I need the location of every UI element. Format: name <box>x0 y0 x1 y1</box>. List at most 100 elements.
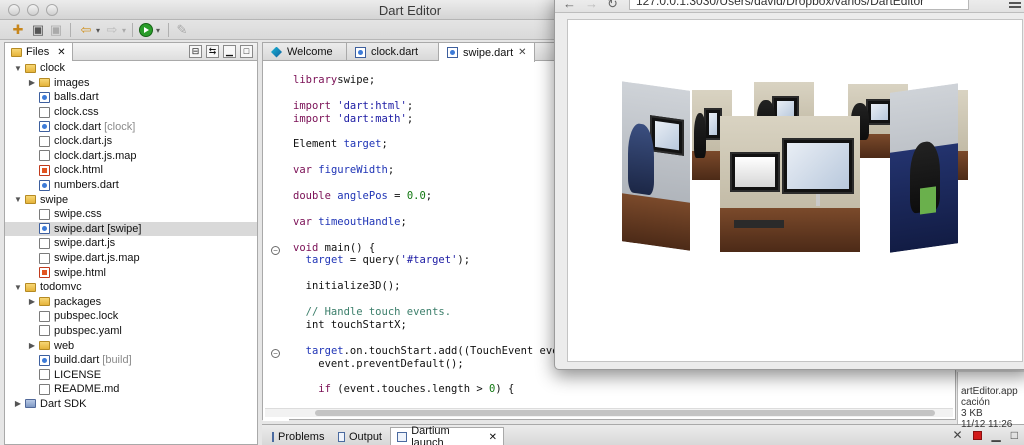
bottom-tab[interactable]: Dartium launch ✕ <box>390 425 504 445</box>
close-icon[interactable]: ✕ <box>518 47 526 58</box>
bottom-tab[interactable]: Output <box>332 427 388 445</box>
tree-file-item[interactable]: clock.dart.js <box>5 134 257 149</box>
stop-launch-icon[interactable] <box>972 430 982 440</box>
tree-file-item[interactable]: swipe.html <box>5 265 257 280</box>
minimize-panel-icon[interactable]: ▁ <box>223 45 236 58</box>
back-arrow-icon[interactable]: ⇦ <box>78 22 94 38</box>
editor-tab[interactable]: swipe.dart ✕ <box>439 43 535 62</box>
code-token: figureWidth <box>318 164 388 177</box>
save-all-icon[interactable]: ▣ <box>48 22 64 38</box>
code-token: timeoutHandle <box>318 215 401 228</box>
expanded-arrow-icon[interactable]: ▼ <box>13 64 23 73</box>
close-icon[interactable]: ✕ <box>57 47 65 58</box>
code-token: = <box>387 190 407 203</box>
folder-icon <box>25 282 36 292</box>
tree-file-item[interactable]: swipe.dart.js <box>5 236 257 251</box>
code-token: import <box>293 99 331 112</box>
tree-file-item[interactable]: numbers.dart <box>5 178 257 193</box>
url-field[interactable]: 127.0.0.1:3030/Users/david/Dropbox/vario… <box>629 0 969 10</box>
file-icon <box>39 252 50 264</box>
back-dropdown-icon[interactable]: ▾ <box>94 22 102 38</box>
bottom-tab[interactable]: Problems <box>266 427 330 445</box>
tree-item-label: swipe.dart.js <box>54 237 116 250</box>
deploy-icon[interactable]: ✎ <box>174 22 190 38</box>
tree-file-item[interactable]: LICENSE <box>5 367 257 382</box>
fold-toggle-icon[interactable]: − <box>271 246 280 255</box>
photo-detail <box>720 208 860 252</box>
tree-folder-item[interactable]: ▶ Dart SDK <box>5 397 257 412</box>
photo-detail <box>871 103 888 120</box>
tree-file-item[interactable]: clock.html <box>5 163 257 178</box>
maximize-panel-icon[interactable]: □ <box>1011 428 1018 442</box>
tree-file-item[interactable]: balls.dart <box>5 90 257 105</box>
expanded-arrow-icon[interactable]: ▼ <box>13 195 23 204</box>
tree-item-label: clock.html <box>54 164 103 177</box>
save-icon[interactable]: ▣ <box>30 22 46 38</box>
dart-icon <box>39 354 50 366</box>
run-dropdown-icon[interactable]: ▾ <box>154 22 162 38</box>
horizontal-scrollbar[interactable] <box>265 408 953 417</box>
files-tab[interactable]: Files ✕ <box>5 43 73 61</box>
browser-toolbar: ← → ↻ 127.0.0.1:3030/Users/david/Dropbox… <box>555 0 1024 13</box>
new-project-icon[interactable]: ✚ <box>10 22 26 38</box>
close-icon[interactable]: ✕ <box>489 432 497 443</box>
collapse-all-icon[interactable]: ⊟ <box>189 45 202 58</box>
editor-tab[interactable]: Welcome <box>263 43 347 61</box>
tree-folder-item[interactable]: ▶ packages <box>5 295 257 310</box>
photo-detail <box>920 186 936 215</box>
forward-arrow-icon[interactable]: → <box>585 0 598 11</box>
tree-file-item[interactable]: swipe.dart.js.map <box>5 251 257 266</box>
bottom-panel-tools: ✕ ▁ □ <box>952 428 1024 442</box>
tree-file-item[interactable]: swipe.css <box>5 207 257 222</box>
clear-console-icon[interactable]: ✕ <box>952 428 962 442</box>
tree-folder-item[interactable]: ▼ swipe <box>5 192 257 207</box>
maximize-panel-icon[interactable]: □ <box>240 45 253 58</box>
file-icon <box>39 369 50 381</box>
forward-arrow-icon[interactable]: ⇨ <box>104 22 120 38</box>
tree-item-label: images <box>54 76 90 89</box>
tree-folder-item[interactable]: ▶ images <box>5 76 257 91</box>
link-with-editor-icon[interactable]: ⇆ <box>206 45 219 58</box>
tree-file-item[interactable]: pubspec.yaml <box>5 324 257 339</box>
forward-dropdown-icon[interactable]: ▾ <box>120 22 128 38</box>
console-icon <box>397 432 408 442</box>
editor-gutter: − − <box>263 62 289 421</box>
tree-file-item[interactable]: clock.dart [clock] <box>5 119 257 134</box>
file-info-panel: artEditor.app cación 3 KB 11/12 11:26 <box>957 372 1024 430</box>
tree-item-label: swipe.css <box>54 208 102 221</box>
editor-tab[interactable]: clock.dart <box>347 43 439 61</box>
tree-folder-item[interactable]: ▼ todomvc <box>5 280 257 295</box>
reload-icon[interactable]: ↻ <box>607 0 618 12</box>
tree-file-item[interactable]: pubspec.lock <box>5 309 257 324</box>
editor-tab-label: clock.dart <box>371 46 419 58</box>
tree-file-item[interactable]: clock.dart.js.map <box>5 149 257 164</box>
folder-icon <box>25 63 36 73</box>
tree-folder-item[interactable]: ▼ clock <box>5 61 257 76</box>
collapsed-arrow-icon[interactable]: ▶ <box>27 297 37 306</box>
tree-file-item[interactable]: swipe.dart [swipe] <box>5 221 257 237</box>
tree-file-item[interactable]: clock.css <box>5 105 257 120</box>
tree-file-item[interactable]: build.dart [build] <box>5 353 257 368</box>
back-arrow-icon[interactable]: ← <box>563 0 576 11</box>
photo-detail <box>655 120 679 151</box>
menu-icon[interactable] <box>1009 0 1021 8</box>
tree-item-label: balls.dart <box>54 91 99 104</box>
code-token: 'dart:html' <box>337 99 407 112</box>
bottom-panel-tabbar: Problems Output Dartium launch ✕ ✕ ▁ □ <box>262 424 1024 445</box>
tree-folder-item[interactable]: ▶ web <box>5 338 257 353</box>
scrollbar-thumb[interactable] <box>315 410 935 416</box>
collapsed-arrow-icon[interactable]: ▶ <box>27 341 37 350</box>
expanded-arrow-icon[interactable]: ▼ <box>13 283 23 292</box>
file-info-line: artEditor.app <box>961 386 1018 397</box>
tree-file-item[interactable]: README.md <box>5 382 257 397</box>
run-icon[interactable] <box>138 22 154 38</box>
code-token: var <box>293 215 312 228</box>
photo-detail <box>734 220 784 228</box>
collapsed-arrow-icon[interactable]: ▶ <box>27 78 37 87</box>
minimize-panel-icon[interactable]: ▁ <box>992 428 1001 442</box>
collapsed-arrow-icon[interactable]: ▶ <box>13 399 23 408</box>
launch-tag: [build] <box>102 354 132 367</box>
fold-toggle-icon[interactable]: − <box>271 349 280 358</box>
toolbar-separator <box>168 23 169 37</box>
code-token: var <box>293 164 312 177</box>
